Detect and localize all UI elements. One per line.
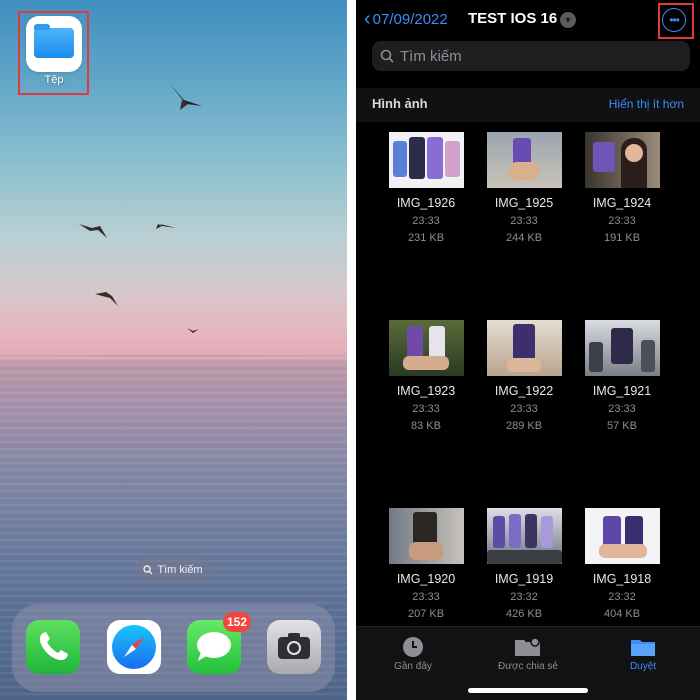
folder-title: TEST IOS 16 (468, 10, 558, 27)
bird-icon (187, 328, 199, 333)
file-item[interactable]: IMG_1925 23:33 244 KB (476, 132, 572, 244)
file-name: IMG_1919 (494, 572, 554, 586)
image-thumbnail (486, 508, 562, 564)
back-label: 07/09/2022 (372, 10, 448, 28)
file-size: 231 KB (407, 232, 445, 244)
image-thumbnail (584, 508, 660, 564)
file-name: IMG_1925 (494, 196, 554, 210)
file-time: 23:33 (608, 403, 636, 415)
file-item[interactable]: IMG_1919 23:32 426 KB (476, 508, 572, 620)
highlight-box (658, 3, 694, 39)
file-time: 23:32 (510, 591, 538, 603)
file-time: 23:33 (412, 591, 440, 603)
file-item[interactable]: IMG_1924 23:33 191 KB (574, 132, 670, 244)
spotlight-search-button[interactable]: Tìm kiếm (133, 558, 213, 582)
file-item[interactable]: IMG_1918 23:32 404 KB (574, 508, 670, 620)
spotlight-label: Tìm kiếm (157, 564, 203, 576)
divider (347, 0, 356, 700)
image-thumbnail (584, 320, 660, 376)
tab-label: Duyệt (629, 661, 657, 672)
clock-icon (403, 637, 423, 657)
file-name: IMG_1924 (592, 196, 652, 210)
camera-app-icon[interactable] (267, 620, 321, 674)
file-size: 191 KB (603, 232, 641, 244)
phone-app-icon[interactable] (26, 620, 80, 674)
highlight-box (18, 11, 89, 95)
tab-browse[interactable]: Duyệt (588, 633, 698, 672)
file-size: 83 KB (411, 420, 441, 432)
phone-icon (39, 632, 68, 661)
bird-icon (79, 224, 107, 238)
image-thumbnail (584, 132, 660, 188)
tab-recents[interactable]: Gần đây (358, 633, 468, 672)
file-time: 23:33 (412, 403, 440, 415)
chevron-left-icon: ‹ (364, 8, 371, 30)
file-item[interactable]: IMG_1923 23:33 83 KB (378, 320, 474, 432)
file-time: 23:33 (510, 215, 538, 227)
image-thumbnail (388, 320, 464, 376)
safari-app-icon[interactable] (107, 620, 161, 674)
file-name: IMG_1926 (396, 196, 456, 210)
folder-icon (631, 640, 655, 656)
section-header: Hình ảnh Hiển thị ít hơn (356, 88, 700, 122)
image-thumbnail (486, 320, 562, 376)
file-item[interactable]: IMG_1926 23:33 231 KB (378, 132, 474, 244)
file-size: 426 KB (505, 608, 543, 620)
file-name: IMG_1920 (396, 572, 456, 586)
bird-icon (170, 84, 202, 110)
navigation-bar: ‹ 07/09/2022 TEST IOS 16 ▾ ••• (356, 0, 700, 42)
bird-icon (150, 214, 176, 229)
file-name: IMG_1922 (494, 384, 554, 398)
safari-compass-icon (112, 625, 156, 669)
file-size: 289 KB (505, 420, 543, 432)
file-item[interactable]: IMG_1920 23:33 207 KB (378, 508, 474, 620)
file-size: 57 KB (607, 420, 637, 432)
search-icon (380, 49, 394, 63)
messages-app-icon[interactable]: 152 (187, 612, 251, 674)
file-item[interactable]: IMG_1922 23:33 289 KB (476, 320, 572, 432)
file-name: IMG_1921 (592, 384, 652, 398)
file-size: 244 KB (505, 232, 543, 244)
notification-badge: 152 (223, 612, 251, 632)
file-time: 23:33 (412, 215, 440, 227)
file-size: 207 KB (407, 608, 445, 620)
shared-folder-icon (515, 637, 540, 656)
image-thumbnail (388, 508, 464, 564)
home-screen: Tệp Tìm kiếm 152 (0, 0, 347, 700)
file-size: 404 KB (603, 608, 641, 620)
section-title: Hình ảnh (372, 96, 428, 111)
search-field[interactable]: Tìm kiếm (372, 41, 690, 71)
file-name: IMG_1923 (396, 384, 456, 398)
file-time: 23:32 (608, 591, 636, 603)
bird-icon (95, 292, 118, 306)
file-time: 23:33 (510, 403, 538, 415)
search-placeholder: Tìm kiếm (400, 47, 462, 65)
home-indicator[interactable] (468, 688, 588, 693)
camera-icon (278, 633, 310, 659)
back-button[interactable]: ‹ 07/09/2022 (364, 9, 448, 29)
dock: 152 (12, 604, 335, 692)
search-icon (143, 565, 153, 575)
tab-label: Được chia sẻ (498, 661, 558, 672)
chevron-down-icon[interactable]: ▾ (560, 12, 576, 28)
image-thumbnail (486, 132, 562, 188)
files-app: ‹ 07/09/2022 TEST IOS 16 ▾ ••• Tìm kiếm … (356, 0, 700, 700)
tab-label: Gần đây (394, 661, 432, 672)
file-time: 23:33 (608, 215, 636, 227)
show-less-link[interactable]: Hiển thị ít hơn (609, 97, 684, 111)
file-item[interactable]: IMG_1921 23:33 57 KB (574, 320, 670, 432)
image-thumbnail (388, 132, 464, 188)
file-name: IMG_1918 (592, 572, 652, 586)
tab-shared[interactable]: Được chia sẻ (473, 633, 583, 672)
